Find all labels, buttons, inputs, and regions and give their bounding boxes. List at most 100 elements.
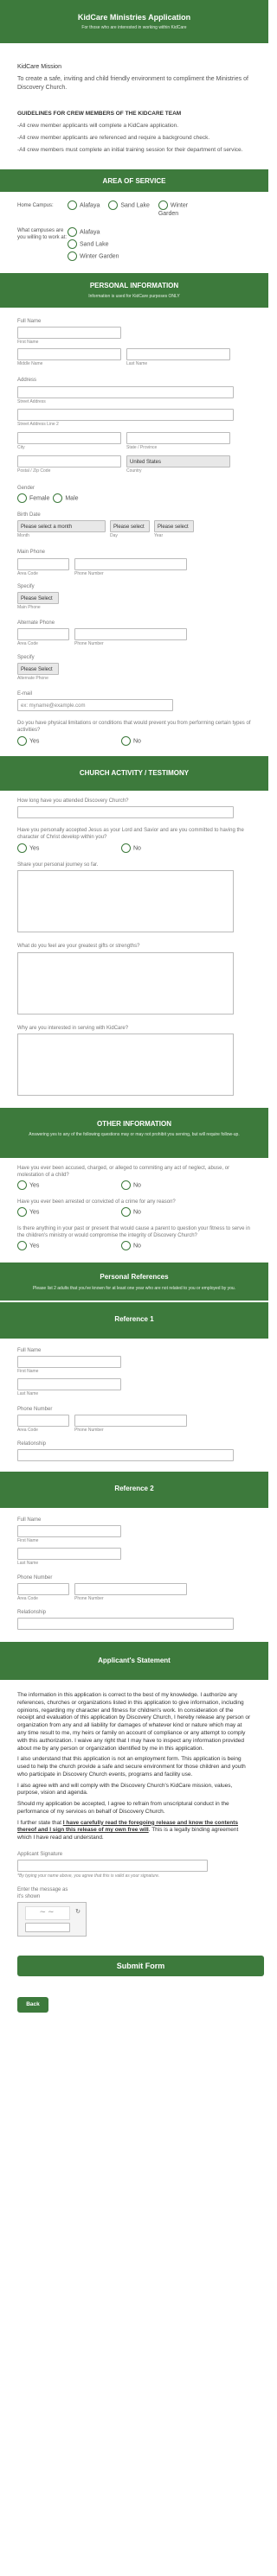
captcha-box: ~~ ↻ (17, 1902, 87, 1937)
ref2-relationship-input[interactable] (17, 1618, 234, 1631)
accepted-no-option[interactable]: No (121, 843, 141, 854)
last-name-sublabel: Last Name (17, 1560, 39, 1566)
guideline-item: -All crew member applicants are referenc… (17, 134, 210, 141)
radio-icon[interactable] (121, 736, 131, 747)
reference2-band: Reference 2 (0, 1471, 268, 1508)
option-label: Yes (29, 1209, 40, 1216)
accused-yes-option[interactable]: Yes (17, 1180, 121, 1190)
guidelines-heading: GUIDELINES FOR CREW MEMBERS OF THE KIDCA… (17, 111, 182, 118)
area-title: AREA OF SERVICE (102, 177, 166, 186)
fitness-yes-option[interactable]: Yes (17, 1241, 121, 1251)
checkbox-icon[interactable] (68, 226, 77, 237)
birth-month-select[interactable]: Please select a month (17, 519, 106, 532)
state-input[interactable] (126, 432, 230, 444)
home-wintergarden-option[interactable]: Winter Garden (158, 200, 193, 218)
captcha-input[interactable] (25, 1923, 70, 1932)
radio-icon[interactable] (17, 1180, 27, 1190)
last-name-input[interactable] (126, 347, 230, 360)
reference2-title: Reference 2 (114, 1484, 154, 1492)
accused-no-option[interactable]: No (121, 1180, 141, 1190)
signature-label: Applicant Signature (17, 1851, 63, 1857)
ref2-last-name-input[interactable] (17, 1547, 121, 1560)
alt-phone-type-select[interactable]: Please Select (17, 663, 59, 676)
personal-title: PERSONAL INFORMATION (89, 281, 179, 289)
birth-day-select[interactable]: Please select (110, 519, 150, 532)
middle-name-input[interactable] (17, 347, 121, 360)
ref2-first-name-input[interactable] (17, 1524, 121, 1537)
other-title: OTHER INFORMATION (96, 1119, 172, 1128)
arrested-no-option[interactable]: No (121, 1206, 141, 1217)
street2-input[interactable] (17, 409, 234, 422)
gifts-textarea[interactable] (17, 951, 234, 1014)
fitness-no-option[interactable]: No (121, 1241, 141, 1251)
gender-female-option[interactable]: Female (17, 493, 49, 503)
option-label: Sand Lake (80, 241, 109, 248)
checkbox-icon[interactable] (68, 251, 77, 261)
city-input[interactable] (17, 432, 121, 444)
limitations-yes-option[interactable]: Yes (17, 736, 121, 747)
radio-icon[interactable] (17, 493, 27, 503)
willing-alafaya-option[interactable]: Alafaya (68, 226, 119, 237)
phone-number-sublabel: Phone Number (74, 1596, 104, 1602)
limitations-no-option[interactable]: No (121, 736, 141, 747)
radio-icon[interactable] (17, 736, 27, 747)
arrested-yes-option[interactable]: Yes (17, 1206, 121, 1217)
accepted-yes-option[interactable]: Yes (17, 843, 121, 854)
radio-icon[interactable] (53, 493, 63, 503)
birth-year-select[interactable]: Please select (154, 519, 194, 532)
address-label: Address (17, 378, 37, 384)
attended-input[interactable] (17, 806, 234, 819)
postal-input[interactable] (17, 455, 121, 467)
journey-question: Share your personal journey so far. (17, 862, 99, 868)
country-sublabel: Country (126, 467, 142, 474)
main-phone-type-select[interactable]: Please Select (17, 592, 59, 605)
radio-icon[interactable] (121, 1241, 131, 1251)
radio-icon[interactable] (121, 843, 131, 854)
last-name-sublabel: Last Name (126, 360, 148, 366)
last-name-sublabel: Last Name (17, 1390, 39, 1396)
alt-phone-number-input[interactable] (74, 628, 187, 641)
country-select[interactable]: United States (126, 455, 230, 467)
church-section: How long have you attended Discovery Chu… (0, 798, 268, 1096)
home-alafaya-option[interactable]: Alafaya (68, 200, 100, 218)
submit-button[interactable]: Submit Form (17, 1956, 264, 1976)
ref2-phone-number-input[interactable] (74, 1583, 187, 1596)
first-name-input[interactable] (17, 326, 121, 339)
alt-area-code-input[interactable] (17, 628, 69, 641)
radio-icon[interactable] (17, 1206, 27, 1217)
references-subtitle: Please list 2 adults that you've known f… (32, 1285, 236, 1291)
why-textarea[interactable] (17, 1033, 234, 1096)
radio-icon[interactable] (17, 1241, 27, 1251)
main-phone-number-input[interactable] (74, 557, 187, 570)
main-phone-label: Main Phone (17, 550, 46, 556)
radio-icon[interactable] (121, 1206, 131, 1217)
ref1-phone-number-input[interactable] (74, 1414, 187, 1427)
radio-icon[interactable] (108, 200, 119, 211)
willing-wintergarden-option[interactable]: Winter Garden (68, 251, 119, 261)
ref1-relationship-input[interactable] (17, 1448, 234, 1461)
ref1-area-code-input[interactable] (17, 1414, 69, 1427)
alt-phone-sublabel: Alternate Phone (17, 676, 48, 682)
ref1-first-name-input[interactable] (17, 1356, 121, 1369)
radio-icon[interactable] (121, 1180, 131, 1190)
radio-icon[interactable] (17, 843, 27, 854)
guideline-item: -All crew members must complete an initi… (17, 146, 243, 153)
back-button[interactable]: Back (17, 1997, 48, 2013)
email-input[interactable]: ex: myname@example.com (17, 698, 173, 711)
ref2-phone-label: Phone Number (17, 1575, 53, 1581)
street-input[interactable] (17, 385, 234, 398)
radio-icon[interactable] (68, 200, 77, 211)
journey-textarea[interactable] (17, 870, 234, 933)
statement-paragraph: The information in this application is c… (17, 1692, 251, 1752)
home-sandlake-option[interactable]: Sand Lake (108, 200, 150, 218)
signature-input[interactable] (17, 1860, 208, 1873)
ref1-last-name-input[interactable] (17, 1377, 121, 1390)
refresh-icon[interactable]: ↻ (75, 1908, 81, 1916)
willing-sandlake-option[interactable]: Sand Lake (68, 239, 119, 249)
radio-icon[interactable] (158, 200, 168, 211)
checkbox-icon[interactable] (68, 239, 77, 249)
main-area-code-input[interactable] (17, 557, 69, 570)
ref2-area-code-input[interactable] (17, 1583, 69, 1596)
gender-male-option[interactable]: Male (53, 493, 79, 503)
option-label: Winter Garden (80, 253, 119, 260)
